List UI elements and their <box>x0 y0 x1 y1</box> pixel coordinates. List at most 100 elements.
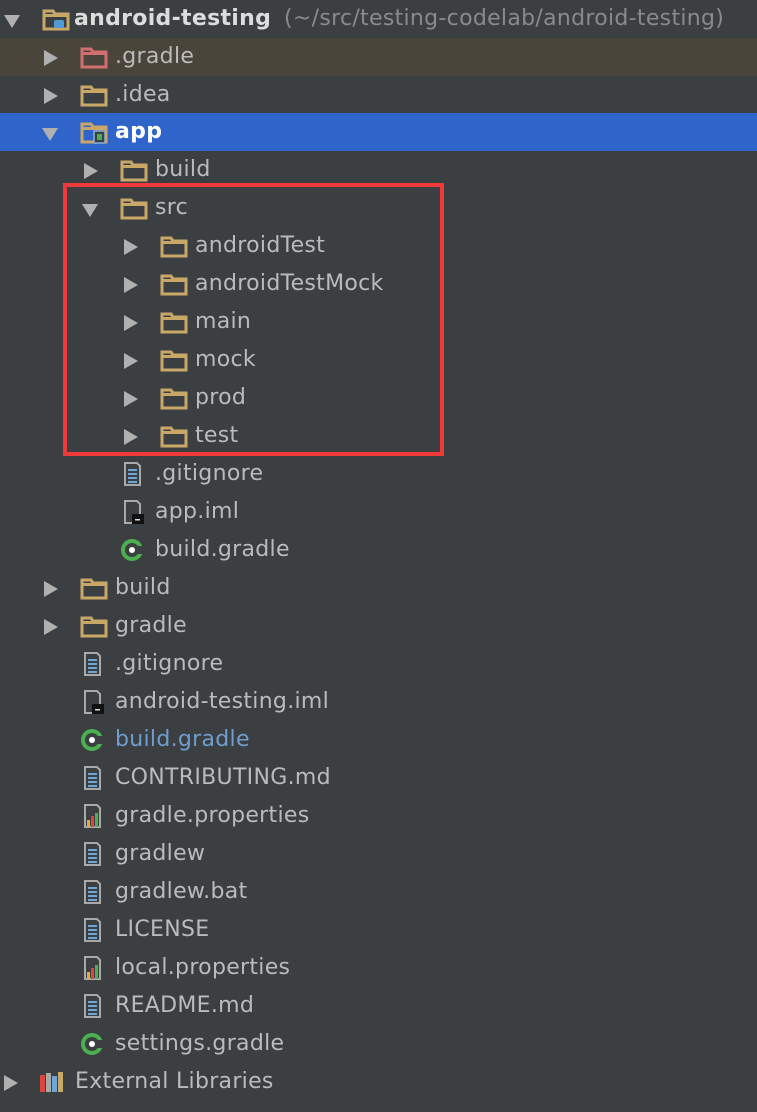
tree-label: build.gradle <box>155 537 290 562</box>
tree-label: local.properties <box>115 955 291 980</box>
collapse-arrow-icon[interactable] <box>124 315 138 331</box>
text-file-icon <box>78 766 106 790</box>
tree-row[interactable]: .gitignore <box>0 455 757 493</box>
collapse-arrow-icon[interactable] <box>44 581 58 597</box>
tree-row[interactable]: settings.gradle <box>0 1025 757 1063</box>
tree-row[interactable]: androidTest <box>0 227 757 265</box>
folder-icon <box>160 424 188 448</box>
tree-row[interactable]: local.properties <box>0 949 757 987</box>
tree-label: LICENSE <box>115 917 210 942</box>
tree-row[interactable]: android-testing.iml <box>0 683 757 721</box>
tree-label: .idea <box>115 82 171 107</box>
tree-label: androidTestMock <box>195 271 384 296</box>
gradle-icon <box>118 538 146 562</box>
tree-row[interactable]: .gradle <box>0 38 757 76</box>
tree-label: mock <box>195 347 256 372</box>
gradle-icon <box>78 728 106 752</box>
tree-label: .gitignore <box>115 651 224 676</box>
folder-icon <box>160 234 188 258</box>
tree-label: android-testing.iml <box>115 689 330 714</box>
tree-row[interactable]: src <box>0 189 757 227</box>
collapse-arrow-icon[interactable] <box>84 163 98 179</box>
tree-label: app <box>115 119 163 144</box>
tree-label: README.md <box>115 993 255 1018</box>
tree-label: build.gradle <box>115 727 250 752</box>
collapse-arrow-icon[interactable] <box>124 277 138 293</box>
tree-row[interactable]: app.iml <box>0 493 757 531</box>
tree-row[interactable]: prod <box>0 379 757 417</box>
tree-label: androidTest <box>195 233 326 258</box>
tree-row-root[interactable]: android-testing (~/src/testing-codelab/a… <box>0 0 757 38</box>
project-folder-icon <box>42 7 70 31</box>
gradle-icon <box>78 1032 106 1056</box>
collapse-arrow-icon[interactable] <box>4 1075 18 1091</box>
tree-label: .gradle <box>115 44 195 69</box>
tree-label: main <box>195 309 252 334</box>
folder-icon <box>160 310 188 334</box>
tree-row[interactable]: androidTestMock <box>0 265 757 303</box>
tree-row[interactable]: gradle <box>0 607 757 645</box>
expand-arrow-icon[interactable] <box>42 128 58 141</box>
folder-icon <box>160 386 188 410</box>
folder-icon <box>80 83 108 107</box>
tree-row[interactable]: main <box>0 303 757 341</box>
tree-row[interactable]: test <box>0 417 757 455</box>
collapse-arrow-icon[interactable] <box>124 353 138 369</box>
folder-icon <box>120 196 148 220</box>
tree-label: build <box>115 575 171 600</box>
tree-label: External Libraries <box>75 1069 274 1094</box>
properties-file-icon <box>78 804 106 828</box>
tree-row[interactable]: gradle.properties <box>0 797 757 835</box>
collapse-arrow-icon[interactable] <box>124 429 138 445</box>
tree-label: src <box>155 195 189 220</box>
folder-icon <box>160 348 188 372</box>
iml-file-icon <box>118 500 146 524</box>
text-file-icon <box>78 652 106 676</box>
tree-label: CONTRIBUTING.md <box>115 765 331 790</box>
tree-label: settings.gradle <box>115 1031 285 1056</box>
tree-row[interactable]: build.gradle <box>0 531 757 569</box>
expand-arrow-icon[interactable] <box>82 204 98 217</box>
tree-row[interactable]: build.gradle <box>0 721 757 759</box>
tree-row[interactable]: mock <box>0 341 757 379</box>
collapse-arrow-icon[interactable] <box>124 239 138 255</box>
text-file-icon <box>78 918 106 942</box>
tree-row[interactable]: LICENSE <box>0 911 757 949</box>
folder-icon <box>120 158 148 182</box>
project-path: (~/src/testing-codelab/android-testing) <box>284 6 725 31</box>
tree-label: gradle <box>115 613 187 638</box>
tree-row[interactable]: README.md <box>0 987 757 1025</box>
excluded-folder-icon <box>80 45 108 69</box>
folder-icon <box>80 576 108 600</box>
text-file-icon <box>78 880 106 904</box>
tree-label: prod <box>195 385 247 410</box>
tree-row[interactable]: build <box>0 569 757 607</box>
iml-file-icon <box>78 690 106 714</box>
text-file-icon <box>118 462 146 486</box>
tree-label: gradle.properties <box>115 803 310 828</box>
tree-label: app.iml <box>155 499 240 524</box>
tree-row[interactable]: .gitignore <box>0 645 757 683</box>
collapse-arrow-icon[interactable] <box>124 391 138 407</box>
tree-row[interactable]: gradlew <box>0 835 757 873</box>
tree-label: build <box>155 157 211 182</box>
tree-row[interactable]: External Libraries <box>0 1063 757 1101</box>
collapse-arrow-icon[interactable] <box>44 88 58 104</box>
tree-label: gradlew <box>115 841 206 866</box>
expand-arrow-icon[interactable] <box>4 15 20 28</box>
tree-label: .gitignore <box>155 461 264 486</box>
properties-file-icon <box>78 956 106 980</box>
tree-row-selected[interactable]: app <box>0 113 757 151</box>
tree-label: android-testing <box>74 6 272 31</box>
tree-row[interactable]: CONTRIBUTING.md <box>0 759 757 797</box>
tree-label: test <box>195 423 239 448</box>
module-folder-icon <box>80 120 108 144</box>
collapse-arrow-icon[interactable] <box>44 50 58 66</box>
tree-row[interactable]: .idea <box>0 76 757 114</box>
tree-row[interactable]: gradlew.bat <box>0 873 757 911</box>
folder-icon <box>80 614 108 638</box>
text-file-icon <box>78 842 106 866</box>
tree-row[interactable]: build <box>0 151 757 189</box>
collapse-arrow-icon[interactable] <box>44 619 58 635</box>
tree-label: gradlew.bat <box>115 879 248 904</box>
